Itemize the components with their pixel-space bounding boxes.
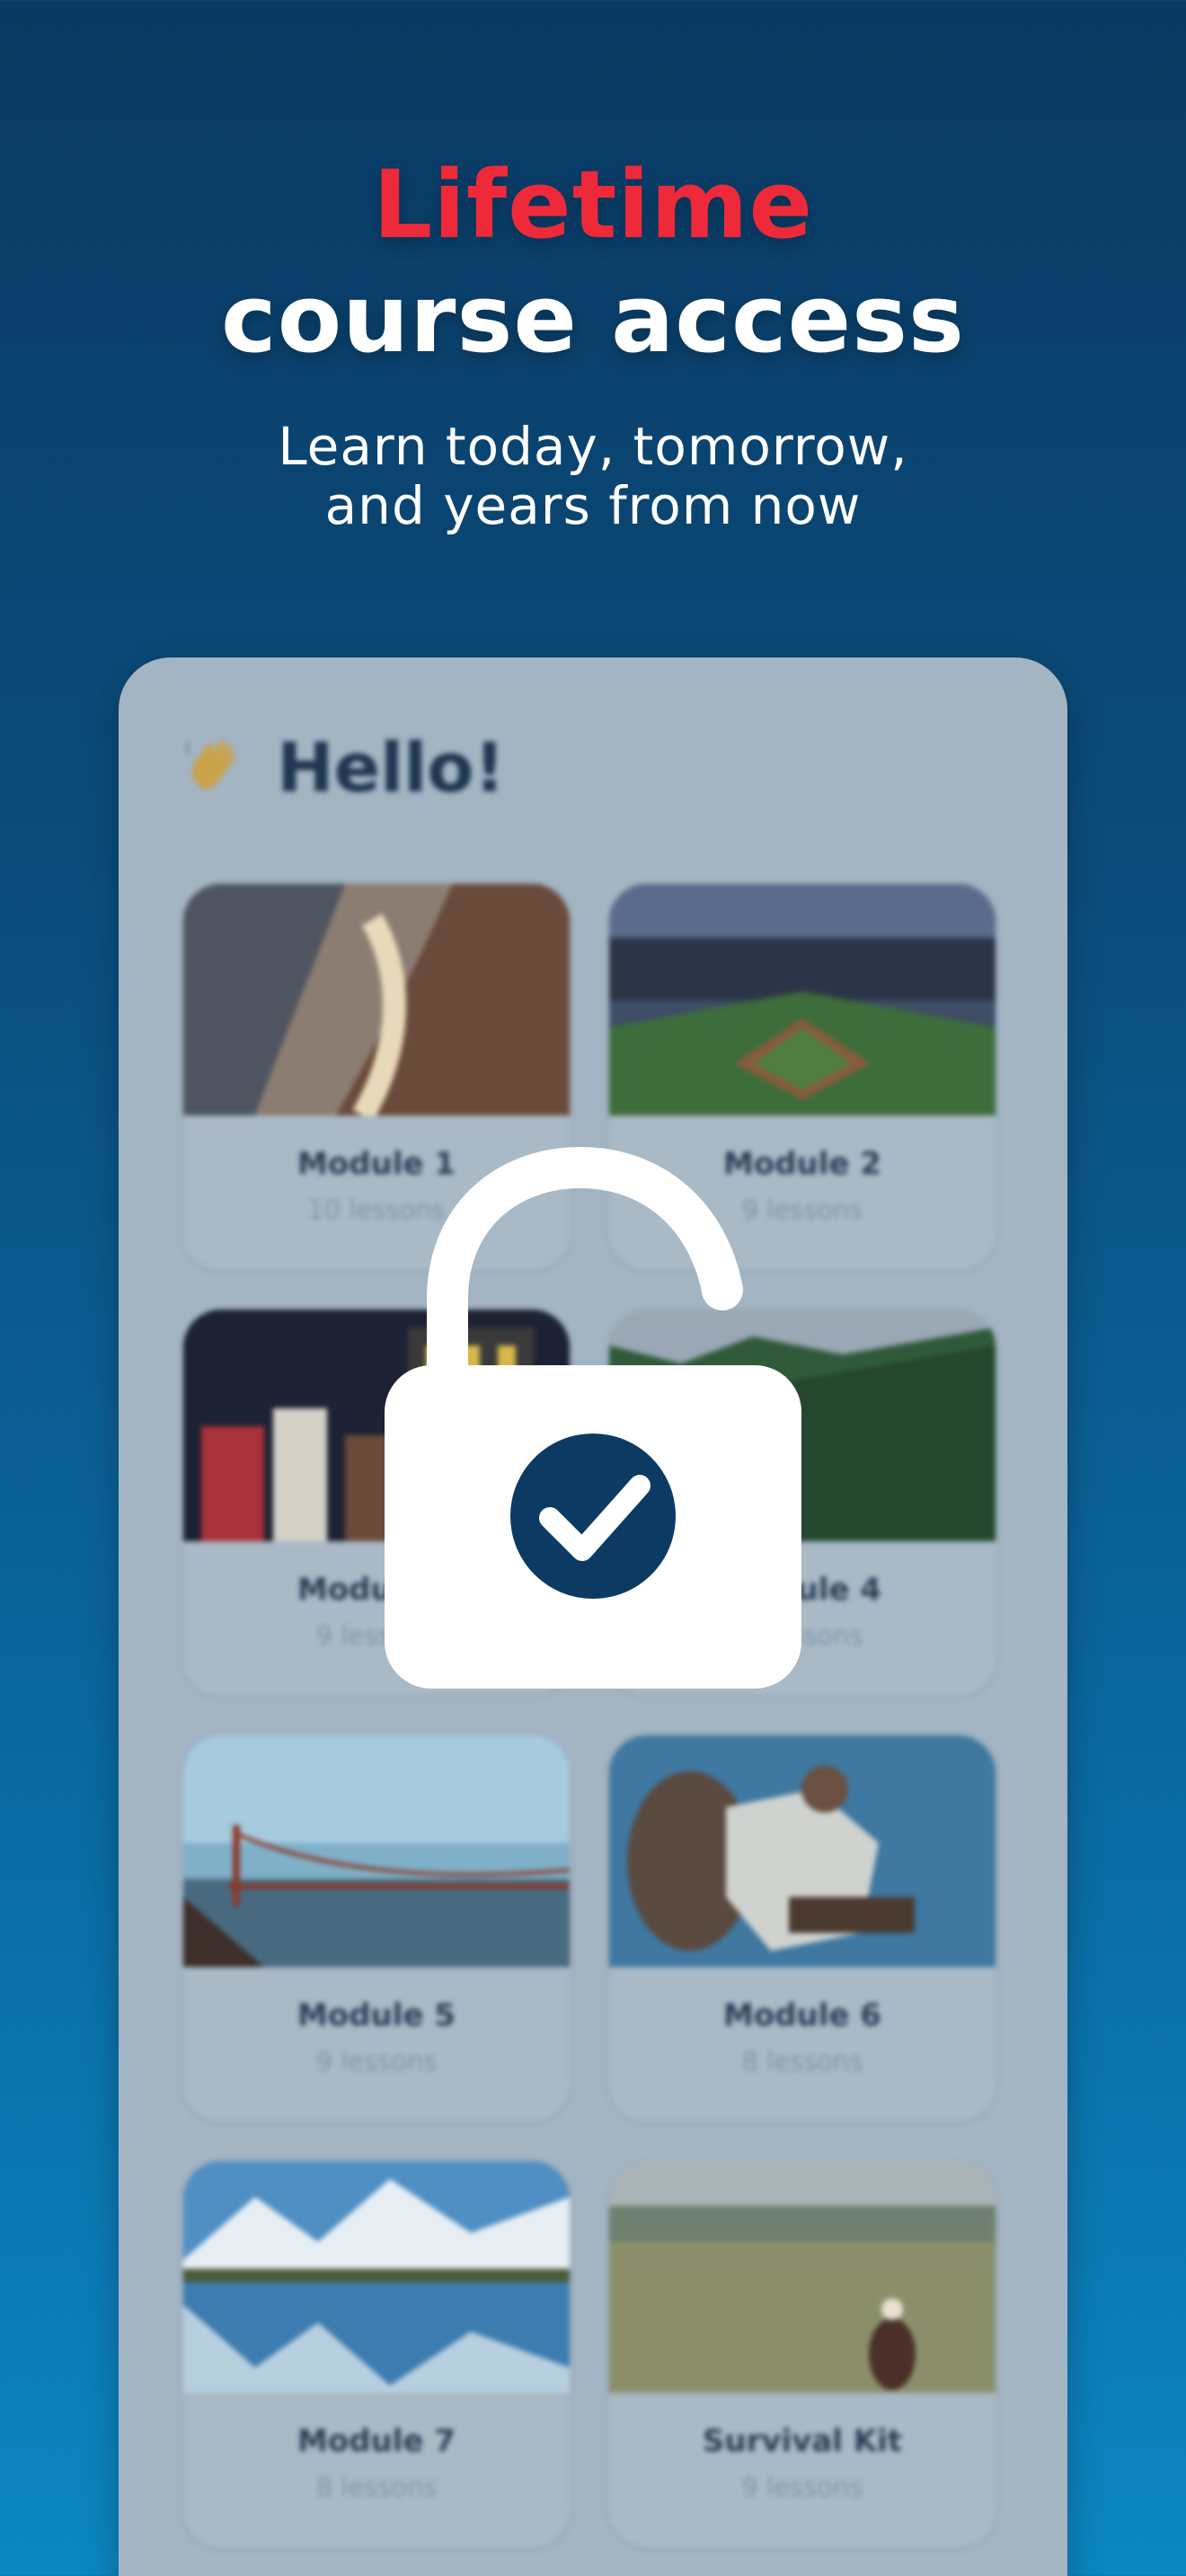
module-title: Module 7	[297, 2423, 456, 2459]
headline-lifetime: Lifetime	[373, 150, 813, 260]
subtitle-line-1: Learn today, tomorrow,	[278, 416, 908, 477]
module-lesson-count: 8 lessons	[315, 2472, 438, 2502]
waving-hand-icon	[185, 740, 235, 790]
module-2-photo	[609, 884, 996, 1116]
greeting-text: Hello!	[277, 727, 506, 807]
module-6-photo	[609, 1735, 996, 1967]
module-lesson-count: 9 lessons	[315, 2046, 438, 2077]
module-title: Module 6	[723, 1998, 881, 2033]
module-lesson-count: 9 lessons	[741, 2472, 863, 2502]
survival-kit-photo	[609, 2161, 996, 2393]
module-5-photo	[183, 1735, 570, 1967]
module-card-6[interactable]: Module 6 8 lessons	[609, 1735, 996, 2122]
greeting-header: Hello!	[183, 722, 505, 812]
module-title: Module 5	[297, 1998, 456, 2033]
module-card-5[interactable]: Module 5 9 lessons	[183, 1735, 570, 2122]
module-card-7[interactable]: Module 7 8 lessons	[183, 2161, 570, 2547]
check-circle-icon	[510, 1434, 676, 1599]
module-1-photo	[183, 884, 570, 1116]
module-7-photo	[183, 2161, 570, 2393]
module-lesson-count: 8 lessons	[741, 2046, 863, 2077]
module-title: Survival Kit	[702, 2423, 903, 2459]
subtitle-line-2: and years from now	[324, 475, 862, 536]
headline-course-access: course access	[221, 264, 965, 374]
module-card-survival-kit[interactable]: Survival Kit 9 lessons	[609, 2161, 996, 2547]
unlocked-padlock-check-icon	[385, 1146, 801, 1689]
